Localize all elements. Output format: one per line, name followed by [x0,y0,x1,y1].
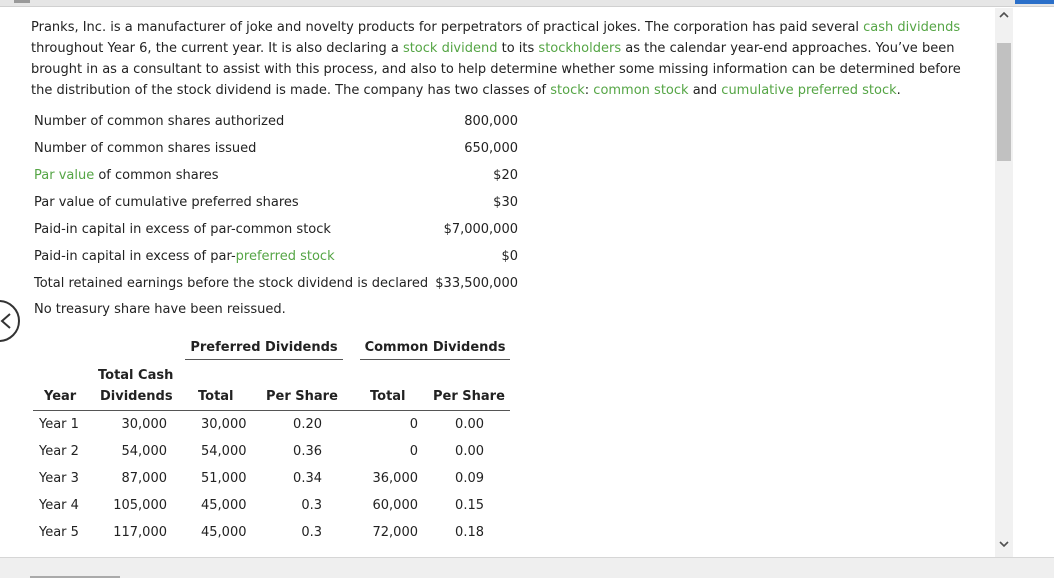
row-cash: 105,000 [113,498,167,513]
row-pref-per-share: 0.3 [301,525,322,540]
row-cash: 54,000 [121,444,168,459]
row-pref-per-share: 0.34 [293,471,322,486]
stock-link[interactable]: stock [550,83,585,98]
chevron-down-icon[interactable] [998,540,1010,552]
row-pref-total: 45,000 [201,498,247,513]
par-value-link[interactable]: Par value [34,168,94,183]
cumulative-preferred-stock-link[interactable]: cumulative preferred stock [721,83,896,98]
year-header: Year [44,389,77,404]
fact-value: 650,000 [464,141,518,156]
fact-label: Par value of common shares [34,168,219,183]
fact-value: 800,000 [464,114,518,129]
row-pref-total: 54,000 [201,444,247,459]
row-cash: 87,000 [121,471,168,486]
total-cash-header-line1: Total Cash [98,368,174,383]
row-pref-total: 45,000 [201,525,247,540]
intro-text: Pranks, Inc. is a manufacturer of joke a… [31,20,864,35]
fact-row: Total retained earnings before the stock… [34,272,524,299]
fact-value: $33,500,000 [435,276,518,291]
row-year: Year 1 [39,417,79,432]
fact-value: $7,000,000 [443,222,518,237]
top-toolbar [0,0,1054,7]
row-common-total: 0 [409,444,418,459]
fact-label-text: Paid-in capital in excess of par- [34,249,236,264]
stockholders-link[interactable]: stockholders [538,41,621,56]
problem-content: Pranks, Inc. is a manufacturer of joke a… [31,17,986,101]
cash-dividends-link[interactable]: cash dividends [863,20,960,35]
row-common-per-share: 0.09 [455,471,484,486]
row-common-total: 72,000 [372,525,419,540]
scrollbar-thumb[interactable] [997,43,1011,161]
row-common-total: 60,000 [372,498,419,513]
fact-row: Paid-in capital in excess of par-preferr… [34,245,524,272]
row-year: Year 5 [39,525,79,540]
intro-text: throughout Year 6, the current year. It … [31,41,403,56]
common-dividends-header: Common Dividends [360,340,510,360]
row-pref-per-share: 0.3 [301,498,322,513]
row-common-per-share: 0.15 [455,498,484,513]
common-total-header: Total [370,389,406,404]
company-facts: Number of common shares authorized 800,0… [34,110,524,299]
row-common-per-share: 0.18 [455,525,484,540]
row-pref-total: 30,000 [201,417,247,432]
row-year: Year 3 [39,471,79,486]
chevron-up-icon[interactable] [998,11,1010,23]
fact-label-text: of common shares [94,168,219,183]
fact-row: Number of common shares issued 650,000 [34,137,524,164]
row-common-total: 36,000 [372,471,419,486]
common-stock-link[interactable]: common stock [593,83,688,98]
row-year: Year 4 [39,498,79,513]
stock-dividend-link[interactable]: stock dividend [403,41,498,56]
fact-label: Paid-in capital in excess of par-preferr… [34,249,335,264]
toolbar-accent [1015,0,1054,4]
fact-value: $0 [501,249,518,264]
fact-label: Number of common shares authorized [34,114,285,129]
preferred-stock-link[interactable]: preferred stock [236,249,335,264]
intro-paragraph: Pranks, Inc. is a manufacturer of joke a… [31,17,986,101]
fact-label: Number of common shares issued [34,141,257,156]
common-per-share-header: Per Share [433,389,505,404]
fact-value: $30 [493,195,518,210]
previous-button[interactable] [0,300,20,342]
fact-row: Paid-in capital in excess of par-common … [34,218,524,245]
vertical-scrollbar[interactable] [995,8,1013,557]
header-divider [33,410,510,411]
row-common-total: 0 [409,417,418,432]
intro-text: . [896,83,901,98]
intro-text: to its [497,41,539,56]
row-cash: 30,000 [121,417,168,432]
toolbar-tab-indicator [14,0,30,3]
fact-label: Paid-in capital in excess of par-common … [34,222,331,237]
row-common-per-share: 0.00 [455,444,484,459]
fact-label: Par value of cumulative preferred shares [34,195,299,210]
bottom-panel [0,557,1054,578]
total-cash-header-line2: Dividends [100,389,173,404]
fact-value: $20 [493,168,518,183]
preferred-dividends-header: Preferred Dividends [185,340,343,360]
fact-row: Par value of cumulative preferred shares… [34,191,524,218]
fact-row: Number of common shares authorized 800,0… [34,110,524,137]
row-year: Year 2 [39,444,79,459]
fact-label: Total retained earnings before the stock… [34,276,429,291]
preferred-total-header: Total [198,389,234,404]
preferred-per-share-header: Per Share [266,389,338,404]
chevron-left-icon [0,313,11,329]
row-common-per-share: 0.00 [455,417,484,432]
row-pref-total: 51,000 [201,471,247,486]
intro-text: and [688,83,722,98]
row-pref-per-share: 0.20 [293,417,322,432]
fact-row: Par value of common shares $20 [34,164,524,191]
treasury-note: No treasury share have been reissued. [34,302,286,317]
row-pref-per-share: 0.36 [293,444,322,459]
row-cash: 117,000 [113,525,167,540]
